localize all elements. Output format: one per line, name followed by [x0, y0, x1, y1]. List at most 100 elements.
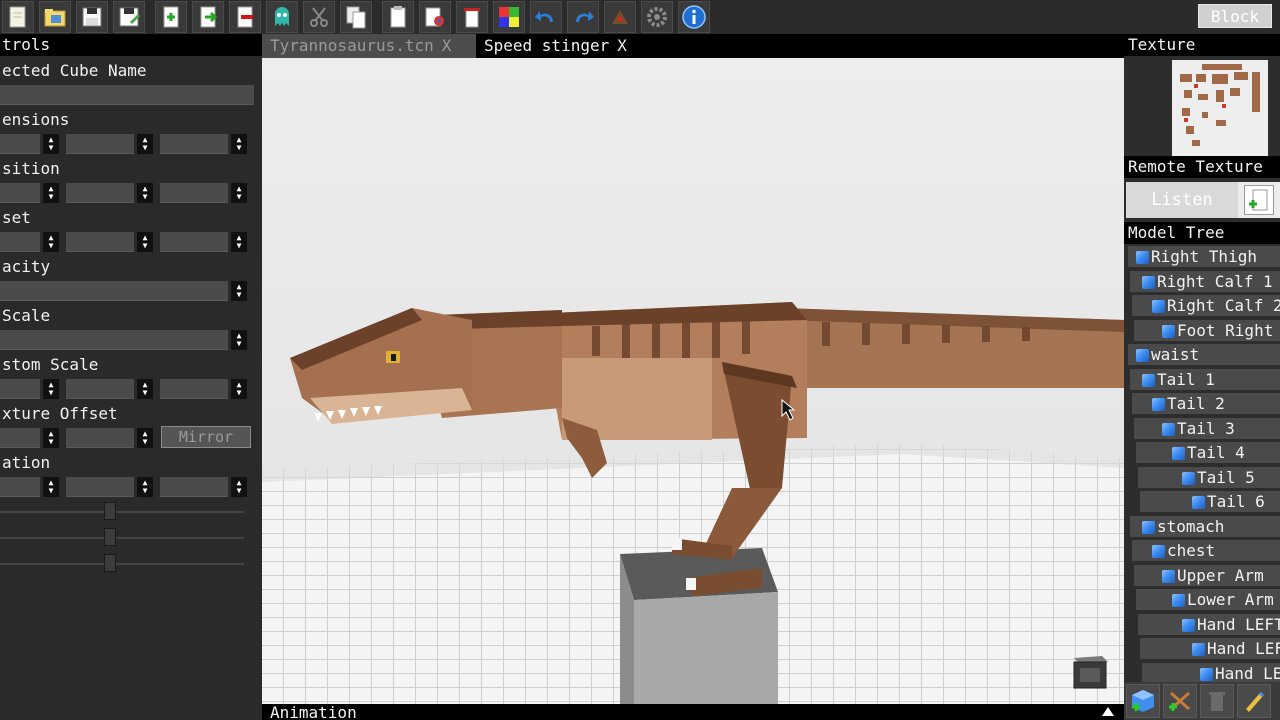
position-z-stepper[interactable]: ▲ ▼: [231, 183, 247, 203]
texture-offset-x-stepper[interactable]: ▲ ▼: [43, 428, 59, 448]
animation-bar[interactable]: Animation: [262, 704, 1124, 720]
tree-item[interactable]: stomach: [1130, 516, 1280, 538]
custom-scale-z-input[interactable]: [160, 379, 228, 399]
position-x-input[interactable]: [0, 183, 40, 203]
offset-y-stepper[interactable]: ▲ ▼: [137, 232, 153, 252]
rotation-z-stepper[interactable]: ▲ ▼: [231, 477, 247, 497]
delete-icon[interactable]: [456, 1, 488, 33]
texture-offset-x-input[interactable]: [0, 428, 40, 448]
tree-item[interactable]: Upper Arm: [1134, 565, 1280, 587]
save-icon[interactable]: [76, 1, 108, 33]
rotation-z-input[interactable]: [160, 477, 228, 497]
tree-item[interactable]: Hand LEFT: [1140, 638, 1280, 660]
position-z-input[interactable]: [160, 183, 228, 203]
fly-camera-icon[interactable]: [604, 1, 636, 33]
settings-icon[interactable]: [641, 1, 673, 33]
texture-offset-y-input[interactable]: [66, 428, 134, 448]
scale-stepper[interactable]: ▲ ▼: [231, 330, 247, 350]
offset-x-stepper[interactable]: ▲ ▼: [43, 232, 59, 252]
dimension-y-stepper[interactable]: ▲ ▼: [137, 134, 153, 154]
custom-scale-y-input[interactable]: [66, 379, 134, 399]
rotation-z-slider[interactable]: [104, 554, 116, 572]
new-file-icon[interactable]: [2, 1, 34, 33]
tree-item[interactable]: Tail 4: [1136, 442, 1280, 464]
offset-y-input[interactable]: [66, 232, 134, 252]
paste-special-icon[interactable]: [419, 1, 451, 33]
cube-icon: [1182, 619, 1195, 632]
texture-preview[interactable]: [1172, 60, 1268, 156]
tab-close-icon[interactable]: X: [442, 36, 452, 55]
ghost-icon[interactable]: [266, 1, 298, 33]
tree-item[interactable]: Hand LEFT: [1138, 614, 1280, 636]
tree-item[interactable]: waist: [1128, 344, 1280, 366]
rotation-x-stepper[interactable]: ▲ ▼: [43, 477, 59, 497]
offset-z-input[interactable]: [160, 232, 228, 252]
cube-name-input[interactable]: [0, 85, 254, 105]
model-viewport[interactable]: [262, 58, 1124, 704]
block-button[interactable]: Block: [1198, 4, 1272, 28]
custom-scale-x-input[interactable]: [0, 379, 40, 399]
custom-scale-z-stepper[interactable]: ▲ ▼: [231, 379, 247, 399]
dimension-x-stepper[interactable]: ▲ ▼: [43, 134, 59, 154]
cut-icon[interactable]: [303, 1, 335, 33]
tree-item[interactable]: Right Thigh: [1128, 246, 1280, 268]
tree-item[interactable]: Tail 2: [1132, 393, 1280, 415]
tree-item[interactable]: Tail 5: [1138, 467, 1280, 489]
orientation-cube[interactable]: [1073, 656, 1108, 689]
close-file-icon[interactable]: [229, 1, 261, 33]
mirror-button[interactable]: Mirror: [161, 426, 251, 448]
tab-close-icon[interactable]: X: [617, 36, 627, 55]
undo-icon[interactable]: [530, 1, 562, 33]
paste-icon[interactable]: [382, 1, 414, 33]
tab-speed-stinger[interactable]: Speed stinger X: [476, 34, 646, 58]
tab-tyrannosaurus[interactable]: Tyrannosaurus.tcn X: [262, 34, 476, 58]
expand-up-icon[interactable]: [1102, 707, 1114, 716]
offset-z-stepper[interactable]: ▲ ▼: [231, 232, 247, 252]
scale-input[interactable]: [0, 330, 228, 350]
dimension-z-input[interactable]: [160, 134, 228, 154]
dimension-z-stepper[interactable]: ▲ ▼: [231, 134, 247, 154]
rotation-y-input[interactable]: [66, 477, 134, 497]
redo-icon[interactable]: [567, 1, 599, 33]
texture-palette-icon[interactable]: [493, 1, 525, 33]
listen-button[interactable]: Listen: [1126, 182, 1238, 218]
edit-icon[interactable]: [1237, 684, 1271, 718]
tree-item[interactable]: Foot Right: [1134, 320, 1280, 342]
tree-item[interactable]: Right Calf 2: [1132, 295, 1280, 317]
tree-item[interactable]: Tail 6: [1140, 491, 1280, 513]
dimension-y-input[interactable]: [66, 134, 134, 154]
tree-item[interactable]: chest: [1132, 540, 1280, 562]
add-group-icon[interactable]: [1163, 684, 1197, 718]
dimension-x-input[interactable]: [0, 134, 40, 154]
tree-item[interactable]: Tail 1: [1130, 369, 1280, 391]
add-cube-icon[interactable]: [1126, 684, 1160, 718]
import-icon[interactable]: [155, 1, 187, 33]
opacity-input[interactable]: [0, 281, 228, 301]
rotation-x-input[interactable]: [0, 477, 40, 497]
export-icon[interactable]: [192, 1, 224, 33]
rotation-y-stepper[interactable]: ▲ ▼: [137, 477, 153, 497]
delete-icon[interactable]: [1200, 684, 1234, 718]
rotation-x-slider[interactable]: [104, 502, 116, 520]
open-folder-icon[interactable]: [39, 1, 71, 33]
copy-icon[interactable]: [340, 1, 372, 33]
tree-item[interactable]: Right Calf 1: [1130, 271, 1280, 293]
import-texture-icon[interactable]: [1244, 185, 1274, 215]
texture-header: Texture: [1124, 34, 1280, 56]
tree-item[interactable]: Lower Arm: [1136, 589, 1280, 611]
custom-scale-y-stepper[interactable]: ▲ ▼: [137, 379, 153, 399]
position-x-stepper[interactable]: ▲ ▼: [43, 183, 59, 203]
custom-scale-x-stepper[interactable]: ▲ ▼: [43, 379, 59, 399]
save-as-icon[interactable]: [113, 1, 145, 33]
offset-x-input[interactable]: [0, 232, 40, 252]
tree-item[interactable]: Tail 3: [1134, 418, 1280, 440]
remote-texture-header: Remote Texture: [1124, 156, 1280, 178]
cube-icon: [1142, 521, 1155, 534]
info-icon[interactable]: [678, 1, 710, 33]
rotation-y-slider[interactable]: [104, 528, 116, 546]
position-y-input[interactable]: [66, 183, 134, 203]
opacity-stepper[interactable]: ▲ ▼: [231, 281, 247, 301]
cube-icon: [1172, 594, 1185, 607]
texture-offset-y-stepper[interactable]: ▲ ▼: [137, 428, 153, 448]
position-y-stepper[interactable]: ▲ ▼: [137, 183, 153, 203]
